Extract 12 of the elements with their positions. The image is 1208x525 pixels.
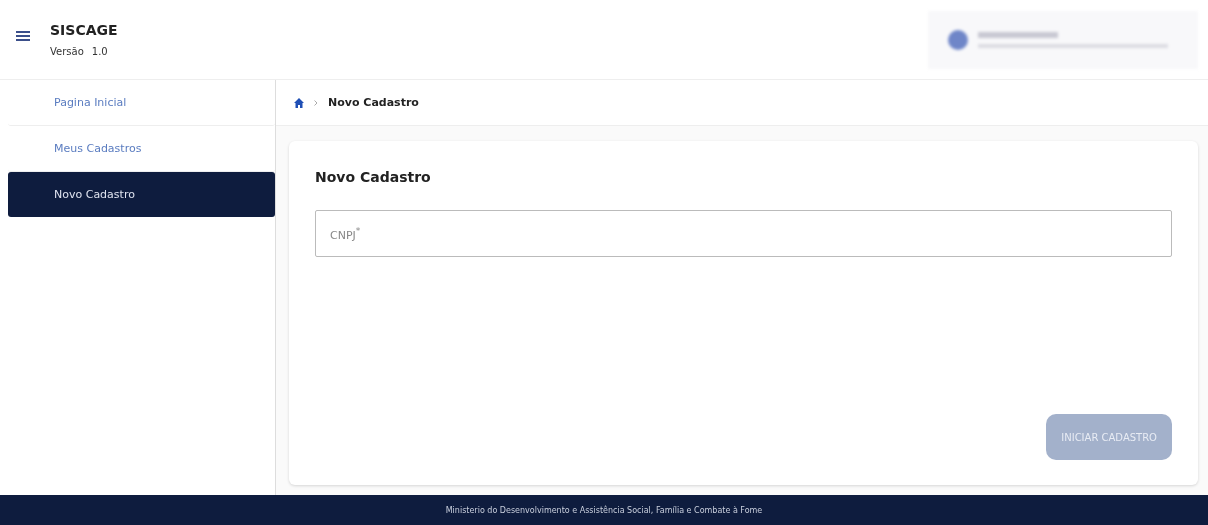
version-label: Versão: [50, 46, 84, 57]
home-icon[interactable]: [294, 97, 304, 108]
breadcrumb-current: Novo Cadastro: [328, 96, 419, 109]
chevron-icon: [314, 99, 318, 106]
sidebar-item[interactable]: Novo Cadastro: [8, 172, 275, 217]
app-title: SISCAGE: [50, 22, 118, 38]
version-number: 1.0: [91, 46, 108, 57]
cnpj-field[interactable]: CNPJ$^{*}$: [315, 210, 1172, 257]
form-title: Novo Cadastro: [315, 169, 432, 185]
footer-text: Ministerio do Desenvolvimento e Assistência Social, Família e Combate à Fome: [445, 505, 763, 515]
sidebar-item[interactable]: Pagina Inicial: [8, 80, 275, 126]
menu-icon[interactable]: [16, 30, 30, 41]
